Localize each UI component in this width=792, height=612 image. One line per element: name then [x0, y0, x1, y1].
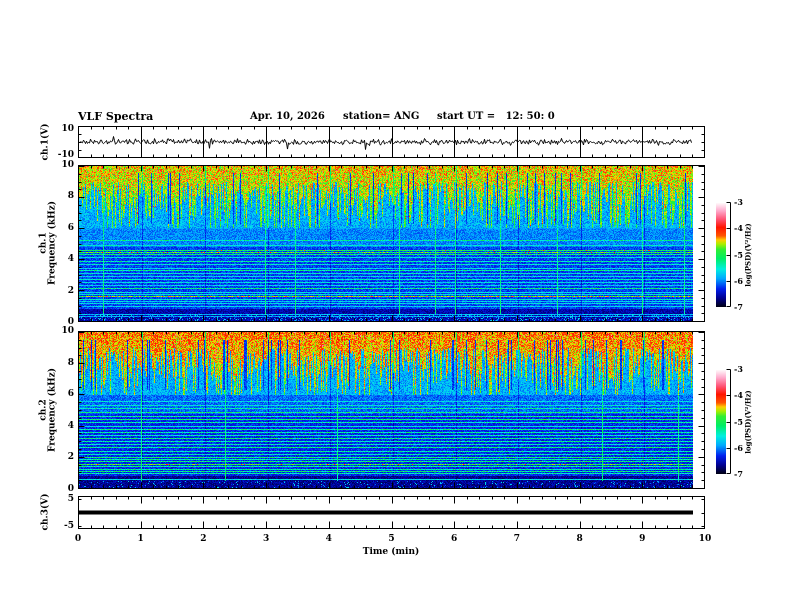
y-tick-label: 2 — [67, 285, 74, 296]
header-start-ut: start UT = 12: 50: 0 — [437, 111, 555, 122]
x-tick-label: 1 — [137, 534, 144, 544]
y-tick-label: -3 — [734, 364, 743, 374]
x-tick-label: 8 — [576, 534, 583, 544]
x-tick-label: 9 — [639, 534, 646, 544]
ch1-spectrogram-panel — [78, 165, 705, 322]
y-tick-label: 8 — [67, 357, 74, 368]
y-tick-label: 2 — [67, 452, 74, 463]
x-tick-label: 7 — [513, 534, 521, 544]
colorbar-ch1 — [716, 200, 734, 310]
ch2-spectrogram-axis-title: ch.2 Frequency (kHz) — [39, 367, 59, 453]
y-tick-label: -7 — [734, 302, 743, 312]
x-tick-label: 4 — [325, 534, 332, 544]
x-tick-label: 0 — [74, 534, 82, 544]
y-tick-label: 10 — [61, 160, 74, 170]
y-tick-label: -7 — [734, 469, 743, 479]
y-tick-label: 8 — [67, 191, 74, 202]
y-tick-label: -5 — [734, 249, 743, 260]
ch1-voltage-panel — [78, 126, 705, 158]
x-tick-label: 5 — [388, 534, 395, 544]
y-tick-label: 6 — [67, 389, 74, 400]
y-tick-label: -4 — [734, 223, 743, 234]
y-tick-label: 4 — [67, 420, 74, 431]
y-tick-label: -5 — [734, 416, 743, 427]
y-tick-label: 6 — [67, 222, 74, 233]
y-tick-label: -6 — [734, 275, 743, 286]
colorbar-ch2 — [716, 367, 734, 477]
y-tick-label: 5 — [67, 493, 74, 504]
y-tick-label: 10 — [61, 326, 74, 336]
y-tick-label: 0 — [67, 484, 74, 494]
x-tick-label: 2 — [200, 534, 207, 544]
x-tick-label: 10 — [698, 534, 712, 544]
ch1-spectrogram-axis-title-line2: Frequency (kHz) — [48, 200, 58, 286]
ch2-spectrogram-axis-title-line2: Frequency (kHz) — [48, 367, 58, 453]
y-tick-label: 10 — [61, 123, 74, 134]
header-date: Apr. 10, 2026 — [250, 111, 325, 122]
page-title: VLF Spectra — [78, 110, 154, 123]
x-axis-title: Time (min) — [362, 547, 420, 557]
y-tick-label: 4 — [67, 254, 74, 265]
ch3-voltage-panel — [78, 496, 705, 529]
ch1-spectrogram-axis-title: ch.1 Frequency (kHz) — [39, 200, 59, 286]
x-tick-label: 3 — [262, 534, 270, 544]
ch2-spectrogram-panel — [78, 331, 705, 489]
header-station: station= ANG — [343, 111, 420, 122]
y-tick-label: -4 — [734, 390, 743, 401]
y-tick-label: -6 — [734, 442, 743, 453]
y-tick-label: -5 — [64, 521, 74, 532]
vlf-spectra-screen: VLF Spectra Apr. 10, 2026 station= ANG s… — [0, 0, 792, 612]
y-tick-label: -3 — [734, 197, 743, 207]
y-tick-label: -10 — [57, 150, 74, 161]
x-tick-label: 6 — [451, 534, 458, 544]
